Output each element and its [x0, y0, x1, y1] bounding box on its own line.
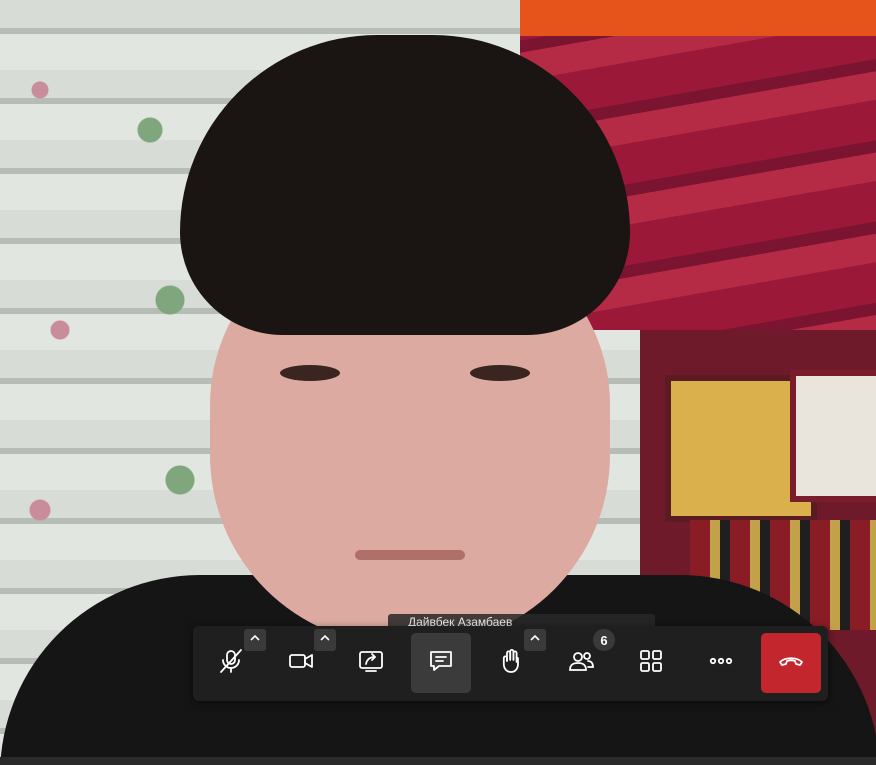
- people-icon: [567, 647, 595, 680]
- chat-button[interactable]: [411, 633, 471, 693]
- chevron-up-icon: [249, 631, 261, 649]
- mic-off-icon: [217, 647, 245, 680]
- audio-options-caret[interactable]: [244, 629, 266, 651]
- hand-icon: [497, 647, 525, 680]
- bottom-strip: [0, 757, 876, 765]
- grid-icon: [637, 647, 665, 680]
- chevron-up-icon: [529, 631, 541, 649]
- reactions-options-caret[interactable]: [524, 629, 546, 651]
- participants-count-badge: 6: [593, 629, 615, 651]
- more-options-button[interactable]: [691, 633, 751, 693]
- layout-button[interactable]: [621, 633, 681, 693]
- ellipsis-icon: [707, 647, 735, 680]
- video-camera-icon: [287, 647, 315, 680]
- leave-call-button[interactable]: [761, 633, 821, 693]
- video-options-caret[interactable]: [314, 629, 336, 651]
- screen-share-icon: [357, 647, 385, 680]
- chevron-up-icon: [319, 631, 331, 649]
- phone-hangup-icon: [777, 647, 805, 680]
- call-toolbar: 6: [193, 626, 828, 701]
- share-screen-button[interactable]: [341, 633, 401, 693]
- chat-bubble-icon: [427, 647, 455, 680]
